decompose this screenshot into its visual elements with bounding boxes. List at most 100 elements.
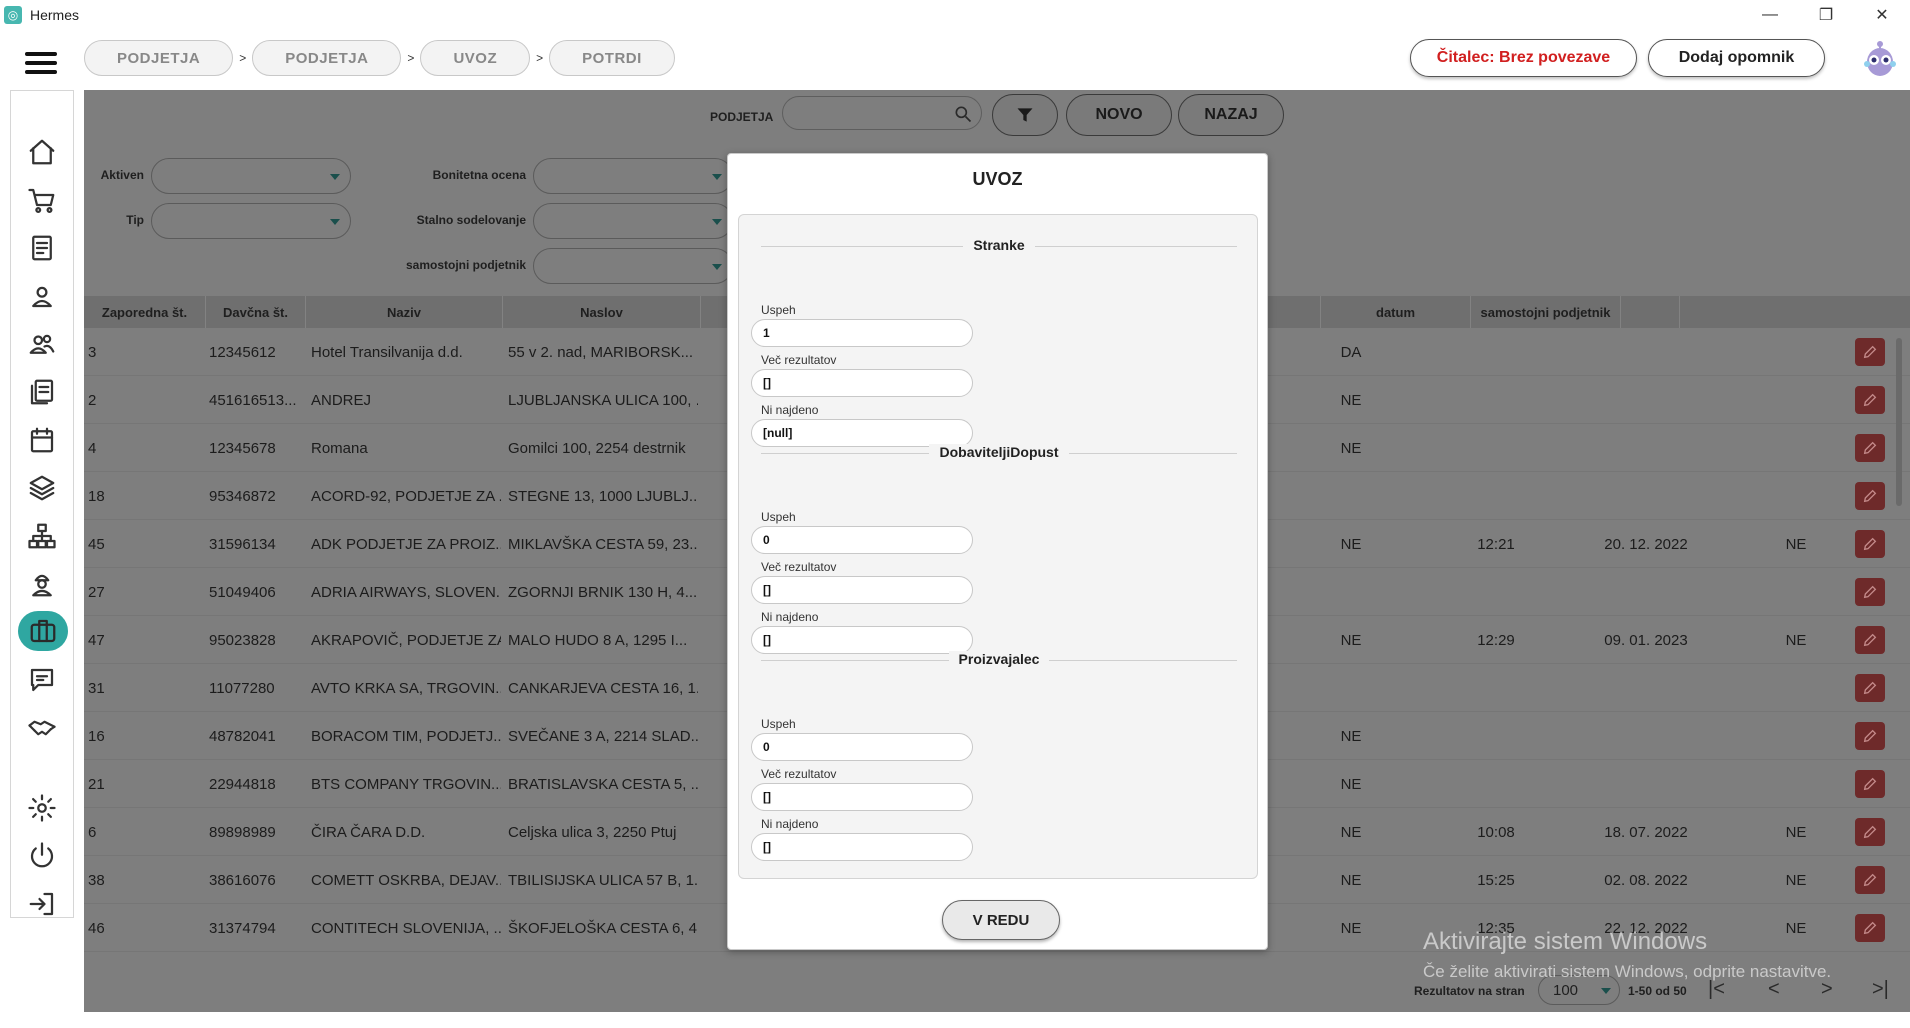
cell-davcna: 11077280 [209, 679, 275, 697]
cell-datum [1571, 328, 1721, 376]
edit-row-button[interactable] [1855, 722, 1885, 750]
column-header[interactable] [1621, 296, 1680, 328]
edit-row-button[interactable] [1855, 866, 1885, 894]
filter-label-samostojni: samostojni podjetnik [405, 258, 526, 272]
section-title: DobaviteljiDopust [929, 444, 1069, 460]
cell-datum: 09. 01. 2023 [1604, 631, 1688, 649]
documents-icon[interactable] [25, 375, 59, 409]
filter-label-aktiven: Aktiven [100, 168, 144, 182]
column-header[interactable]: Davčna št. [206, 296, 306, 328]
pencil-icon [1863, 489, 1877, 503]
samostojni-select[interactable] [533, 248, 733, 284]
stalno-select[interactable] [533, 203, 733, 239]
users-icon[interactable] [25, 327, 59, 361]
result-field[interactable]: [null] [751, 419, 973, 447]
pencil-icon [1863, 777, 1877, 791]
close-icon[interactable]: ✕ [1854, 0, 1910, 30]
result-field[interactable]: [] [751, 626, 973, 654]
calendar-icon[interactable] [25, 423, 59, 457]
cell-samostojni [1721, 664, 1871, 712]
add-reminder-button[interactable]: Dodaj opomnik [1648, 39, 1825, 77]
edit-row-button[interactable] [1855, 338, 1885, 366]
cell-samostojni [1721, 424, 1871, 472]
hamburger-menu-icon[interactable] [25, 52, 57, 74]
filter-button[interactable] [992, 94, 1058, 136]
tip-select[interactable] [151, 203, 351, 239]
user-icon[interactable] [25, 279, 59, 313]
cell-davcna: 95346872 [209, 487, 276, 505]
reader-status-button[interactable]: Čitalec: Brez povezave [1410, 39, 1637, 77]
edit-row-button[interactable] [1855, 770, 1885, 798]
import-dialog: UVOZ Stranke Uspeh 1 Več rezultatov [] Ni naj… [727, 153, 1268, 950]
bonitetna-select[interactable] [533, 158, 733, 194]
aktiven-select[interactable] [151, 158, 351, 194]
search-label: PODJETJA [710, 110, 774, 124]
cell-cajt [1421, 568, 1571, 616]
edit-row-button[interactable] [1855, 914, 1885, 942]
result-field[interactable]: [] [751, 783, 973, 811]
result-field[interactable]: [] [751, 833, 973, 861]
last-page-icon[interactable]: >| [1872, 978, 1889, 1001]
home-icon[interactable] [25, 135, 59, 169]
power-icon[interactable] [25, 839, 59, 873]
breadcrumb-item[interactable]: POTRDI [549, 40, 675, 76]
cell-davcna: 48782041 [209, 727, 276, 745]
document-icon[interactable] [25, 231, 59, 265]
edit-row-button[interactable] [1855, 482, 1885, 510]
cell-naziv: ANDREJ [311, 391, 372, 409]
column-header[interactable]: Naziv [306, 296, 503, 328]
edit-row-button[interactable] [1855, 434, 1885, 462]
edit-row-button[interactable] [1855, 674, 1885, 702]
field-label: Več rezultatov [761, 353, 837, 367]
field-label: Ni najdeno [761, 610, 819, 624]
cart-icon[interactable] [25, 183, 59, 217]
handshake-icon[interactable] [25, 711, 59, 745]
cell-samostojni [1721, 760, 1871, 808]
column-header[interactable]: datum [1321, 296, 1471, 328]
edit-row-button[interactable] [1855, 386, 1885, 414]
edit-row-button[interactable] [1855, 626, 1885, 654]
edit-row-button[interactable] [1855, 530, 1885, 558]
network-icon[interactable] [25, 519, 59, 553]
edit-row-button[interactable] [1855, 578, 1885, 606]
new-button[interactable]: NOVO [1066, 94, 1172, 136]
column-header[interactable]: samostojni podjetnik [1471, 296, 1621, 328]
edit-row-button[interactable] [1855, 818, 1885, 846]
pencil-icon [1863, 585, 1877, 599]
result-field[interactable]: [] [751, 369, 973, 397]
title-bar: ◎ Hermes — ❐ ✕ [0, 0, 1910, 30]
chat-icon[interactable] [25, 663, 59, 697]
cell-davcna: 12345612 [209, 343, 276, 361]
result-field[interactable]: 1 [751, 319, 973, 347]
logout-icon[interactable] [25, 887, 59, 921]
back-button[interactable]: NAZAJ [1178, 94, 1284, 136]
breadcrumb-item[interactable]: PODJETJA [84, 40, 234, 76]
briefcase-icon[interactable] [18, 611, 68, 651]
cell-zaporedna: 4 [88, 439, 97, 457]
cell-naslov: MALO HUDO 8 A, 1295 I... [508, 631, 688, 649]
table-scrollbar[interactable] [1894, 328, 1904, 968]
cell-cajt: 10:08 [1477, 823, 1515, 841]
cell-stalno [1281, 664, 1421, 712]
cell-stalno: DA [1340, 343, 1362, 361]
search-input[interactable] [782, 96, 982, 130]
cell-datum [1571, 424, 1721, 472]
column-header[interactable]: Naslov [503, 296, 701, 328]
breadcrumb-item[interactable]: UVOZ [420, 40, 531, 76]
result-field[interactable]: [] [751, 576, 973, 604]
settings-icon[interactable] [25, 791, 59, 825]
ok-button[interactable]: V REDU [942, 900, 1060, 940]
result-field[interactable]: 0 [751, 526, 973, 554]
cell-zaporedna: 6 [88, 823, 97, 841]
cell-stalno [1281, 472, 1421, 520]
worker-icon[interactable] [25, 567, 59, 601]
cell-cajt [1421, 760, 1571, 808]
column-header[interactable]: Zaporedna št. [84, 296, 206, 328]
result-field[interactable]: 0 [751, 733, 973, 761]
layers-icon[interactable] [25, 471, 59, 505]
minimize-icon[interactable]: — [1742, 0, 1798, 30]
assistant-avatar-icon[interactable] [1860, 38, 1900, 78]
cell-naslov: 55 v 2. nad, MARIBORSK... [508, 343, 694, 361]
restore-icon[interactable]: ❐ [1798, 0, 1854, 30]
breadcrumb-item[interactable]: PODJETJA [252, 40, 402, 76]
